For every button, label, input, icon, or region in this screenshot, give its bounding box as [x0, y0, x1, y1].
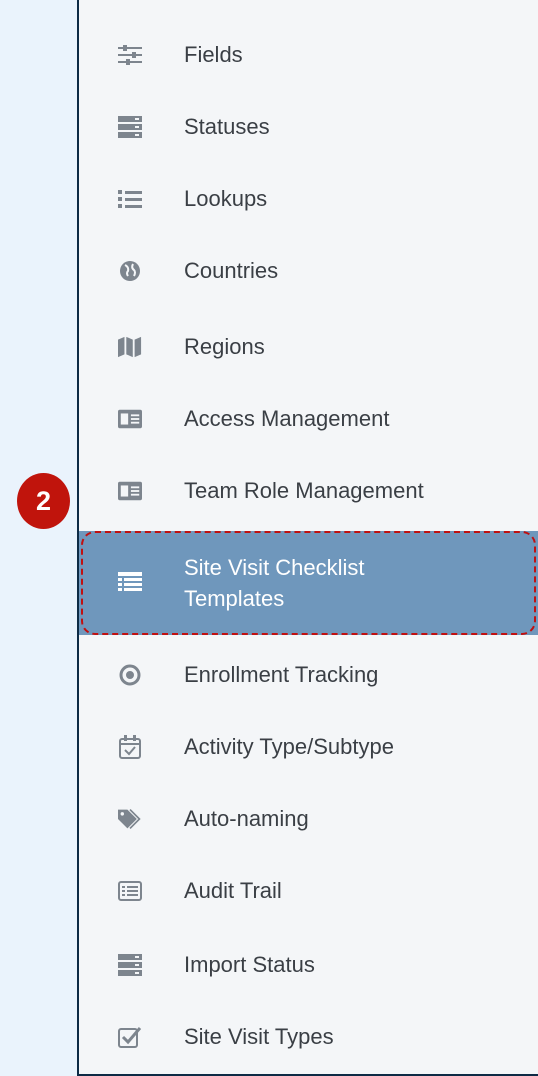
menu-item-lookups[interactable]: Lookups: [79, 163, 538, 235]
menu-item-label-line-1: Site Visit Checklist: [184, 555, 365, 580]
menu-item-site-visit-checklist-templates[interactable]: Site Visit Checklist Templates: [79, 531, 538, 635]
menu-item-site-visit-types[interactable]: Site Visit Types: [79, 1001, 538, 1073]
menu-item-label: Team Role Management: [184, 478, 424, 503]
list-box-icon: [118, 879, 142, 903]
globe-icon: [118, 259, 142, 283]
menu-item-label: Regions: [184, 334, 265, 359]
server-icon: [118, 953, 142, 977]
server-icon: [118, 115, 142, 139]
menu-item-access-management[interactable]: Access Management: [79, 383, 538, 455]
menu-item-label: Lookups: [184, 186, 268, 211]
map-icon: [118, 335, 142, 359]
step-number-badge: 2: [17, 473, 70, 529]
list-alt-icon: [118, 571, 142, 595]
menu-item-regions[interactable]: Regions: [79, 311, 538, 383]
menu-item-import-status[interactable]: Import Status: [79, 929, 538, 1001]
menu-item-label: Access Management: [184, 406, 390, 431]
tags-icon: [118, 807, 142, 831]
menu-item-fields[interactable]: Fields: [79, 19, 538, 91]
menu-item-auto-naming[interactable]: Auto-naming: [79, 783, 538, 855]
check-square-icon: [118, 1025, 142, 1049]
menu-item-countries[interactable]: Countries: [79, 235, 538, 307]
menu-item-label-line-2: Templates: [184, 586, 285, 611]
menu-item-audit-trail[interactable]: Audit Trail: [79, 855, 538, 927]
menu-item-enrollment-tracking[interactable]: Enrollment Tracking: [79, 639, 538, 711]
menu-item-label: Site Visit Checklist Templates: [184, 552, 365, 614]
sliders-icon: [118, 43, 142, 67]
menu-item-statuses[interactable]: Statuses: [79, 91, 538, 163]
menu-item-label: Fields: [184, 42, 243, 67]
calendar-check-icon: [118, 735, 142, 759]
menu-item-label: Enrollment Tracking: [184, 662, 379, 687]
menu-item-activity-type-subtype[interactable]: Activity Type/Subtype: [79, 711, 538, 783]
menu-item-label: Countries: [184, 258, 279, 283]
list-icon: [118, 187, 142, 211]
menu-item-label: Import Status: [184, 952, 315, 977]
menu-item-label: Auto-naming: [184, 806, 309, 831]
admin-sidebar-menu: Fields Statuses Lookups Countries Region…: [77, 0, 538, 1076]
menu-item-label: Activity Type/Subtype: [184, 734, 394, 759]
menu-item-team-role-management[interactable]: Team Role Management: [79, 455, 538, 527]
id-card-icon: [118, 479, 142, 503]
id-card-icon: [118, 407, 142, 431]
compass-icon: [118, 663, 142, 687]
menu-item-label: Audit Trail: [184, 878, 282, 903]
menu-item-label: Site Visit Types: [184, 1024, 334, 1049]
menu-item-label: Statuses: [184, 114, 270, 139]
